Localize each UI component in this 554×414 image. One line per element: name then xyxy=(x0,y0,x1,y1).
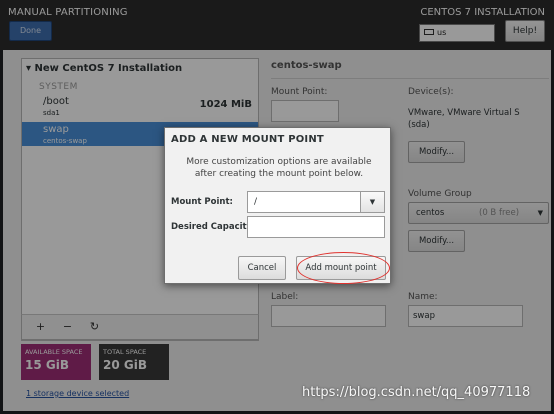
add-mount-point-dialog: ADD A NEW MOUNT POINT More customization… xyxy=(164,127,391,284)
dialog-title: ADD A NEW MOUNT POINT xyxy=(171,134,324,145)
mount-point-label: Mount Point: xyxy=(171,197,233,207)
desired-capacity-label: Desired Capacity: xyxy=(171,222,256,232)
watermark: https://blog.csdn.net/qq_40977118 xyxy=(302,385,531,400)
chevron-down-icon[interactable]: ▼ xyxy=(360,191,385,213)
highlight-circle xyxy=(297,252,390,284)
cancel-button[interactable]: Cancel xyxy=(238,256,286,280)
dialog-description: More customization options are available… xyxy=(186,157,372,179)
mount-point-combo-input[interactable]: / xyxy=(247,191,361,213)
desired-capacity-input[interactable] xyxy=(247,216,385,238)
